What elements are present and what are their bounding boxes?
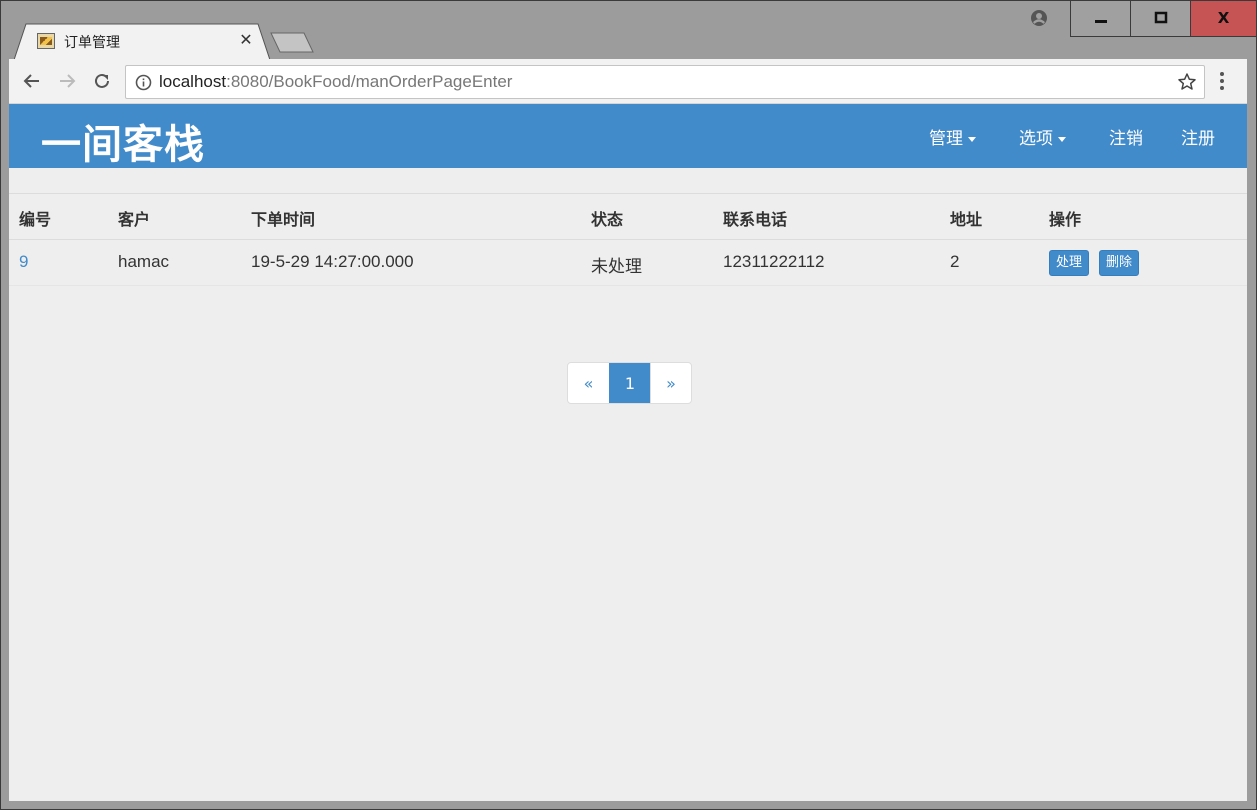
brand-logo[interactable]: 一间客栈 (41, 112, 205, 170)
header-order-time: 下单时间 (251, 210, 316, 229)
pagination: « 1 » (567, 362, 692, 404)
caret-down-icon (1058, 136, 1066, 142)
arrow-left-icon (23, 74, 39, 88)
window-close-button[interactable]: X (1190, 0, 1256, 37)
nav-item-options[interactable]: 选项 (1019, 124, 1066, 149)
nav-item-logout[interactable]: 注销 (1109, 124, 1143, 149)
tab-title: 订单管理 (64, 35, 120, 51)
window-maximize-button[interactable] (1130, 0, 1190, 37)
site-favicon-icon (37, 33, 55, 49)
nav-item-manage[interactable]: 管理 (929, 124, 976, 149)
cell-customer: hamac (118, 252, 170, 271)
delete-button[interactable]: 删除 (1099, 250, 1140, 276)
top-navbar: 一间客栈 管理 选项 注销 注册 (9, 104, 1247, 168)
browser-tab-active[interactable]: 订单管理 ✕ (14, 23, 270, 60)
forward-button[interactable] (55, 69, 79, 93)
reload-button[interactable] (90, 69, 114, 93)
new-tab-button[interactable] (270, 32, 314, 54)
arrow-right-icon (60, 74, 76, 88)
profile-icon[interactable] (1030, 9, 1048, 27)
orders-table: 编号 客户 下单时间 状态 联系电话 地址 操作 9 hamac 19-5-29… (9, 193, 1247, 286)
browser-toolbar: localhost:8080/BookFood/manOrderPageEnte… (9, 59, 1247, 104)
window-minimize-button[interactable] (1070, 0, 1130, 37)
order-id-link[interactable]: 9 (19, 252, 28, 272)
address-bar[interactable]: localhost:8080/BookFood/manOrderPageEnte… (125, 65, 1205, 99)
cell-order-time: 19-5-29 14:27:00.000 (251, 252, 414, 271)
table-header-row: 编号 客户 下单时间 状态 联系电话 地址 操作 (9, 193, 1247, 240)
pagination-next[interactable]: » (650, 363, 691, 403)
reload-icon (95, 73, 109, 88)
bookmark-star-icon[interactable] (1177, 72, 1197, 92)
header-customer: 客户 (118, 210, 151, 229)
close-icon: X (1217, 9, 1230, 27)
table-row: 9 hamac 19-5-29 14:27:00.000 未处理 1231122… (9, 240, 1247, 286)
process-button[interactable]: 处理 (1049, 250, 1090, 276)
header-id: 编号 (19, 210, 52, 229)
header-phone: 联系电话 (723, 210, 788, 229)
maximize-icon (1154, 11, 1167, 24)
cell-phone: 12311222112 (723, 252, 825, 271)
info-icon[interactable] (135, 74, 152, 91)
caret-down-icon (968, 136, 976, 142)
header-status: 状态 (591, 210, 624, 229)
tab-close-icon[interactable]: ✕ (238, 30, 254, 49)
cell-status: 未处理 (591, 257, 642, 276)
header-actions: 操作 (1049, 210, 1082, 229)
pagination-page-1[interactable]: 1 (609, 363, 650, 403)
url-text: localhost:8080/BookFood/manOrderPageEnte… (159, 72, 513, 91)
cell-address: 2 (950, 252, 960, 271)
back-button[interactable] (20, 69, 44, 93)
minimize-icon (1094, 20, 1107, 23)
pagination-prev[interactable]: « (568, 363, 609, 403)
header-address: 地址 (950, 210, 983, 229)
nav-item-register[interactable]: 注册 (1181, 124, 1215, 149)
page-content: 一间客栈 管理 选项 注销 注册 编号 客户 下单时间 状态 联系电话 地址 操… (9, 104, 1247, 801)
browser-menu-icon[interactable] (1219, 71, 1225, 91)
